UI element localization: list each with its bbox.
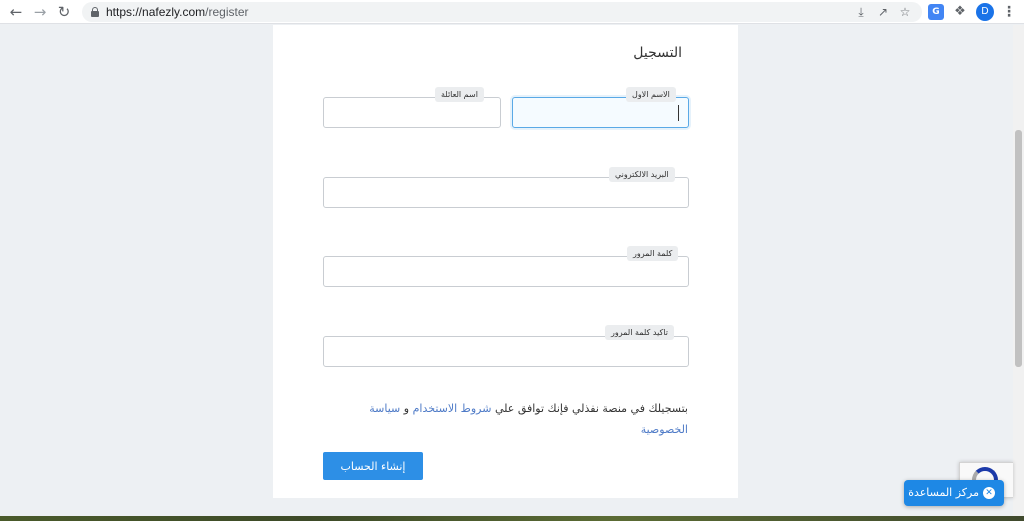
email-input[interactable] [324,178,688,207]
scrollbar[interactable] [1013,25,1024,516]
url-text[interactable]: https://nafezly.com/register [106,5,249,19]
star-icon[interactable]: ☆ [898,5,912,19]
last-name-input[interactable] [324,98,500,127]
browser-toolbar: ← → ↻ https://nafezly.com/register ⤓ ↗ ☆… [0,0,1024,24]
confirm-password-input[interactable] [324,337,688,366]
register-card: التسجيل الاسم الاول اسم العائلة البريد ا… [273,25,738,498]
password-label: كلمة المرور [627,246,679,261]
confirm-password-field[interactable] [323,336,689,367]
download-icon[interactable]: ⤓ [854,5,868,19]
terms-text: بتسجيلك في منصة نفذلي فإنك توافق علي [491,402,688,415]
first-name-input[interactable] [513,98,688,127]
email-label: البريد الالكتروني [609,167,675,182]
first-name-label: الاسم الاول [626,87,676,102]
text-caret [678,105,679,121]
terms-notice: بتسجيلك في منصة نفذلي فإنك توافق علي شرو… [358,398,688,440]
terms-of-use-link[interactable]: شروط الاستخدام [413,402,492,415]
avatar[interactable]: D [976,3,994,21]
share-icon[interactable]: ↗ [876,5,890,19]
lock-icon[interactable] [91,7,99,17]
url-path: /register [205,5,249,19]
page-title: التسجيل [633,45,682,61]
url-host: https://nafezly.com [106,5,206,19]
help-center-button[interactable]: ✕ مركز المساعدة [904,480,1004,506]
back-icon[interactable]: ← [6,2,26,22]
terms-conjunction: و [400,402,413,415]
create-account-button[interactable]: إنشاء الحساب [323,452,423,480]
reload-icon[interactable]: ↻ [54,2,74,22]
last-name-label: اسم العائلة [435,87,484,102]
menu-icon[interactable]: ⋮ [1002,3,1016,21]
close-circle-icon[interactable]: ✕ [983,487,995,499]
help-center-label: مركز المساعدة [908,486,979,499]
translate-icon[interactable]: G [928,4,944,20]
taskbar-strip [0,516,1024,521]
forward-icon[interactable]: → [30,2,50,22]
puzzle-icon[interactable]: ❖ [952,4,968,20]
address-bar[interactable]: https://nafezly.com/register ⤓ ↗ ☆ [82,2,922,22]
confirm-password-label: تاكيد كلمة المرور [605,325,674,340]
scrollbar-thumb[interactable] [1015,130,1022,367]
password-input[interactable] [324,257,688,286]
